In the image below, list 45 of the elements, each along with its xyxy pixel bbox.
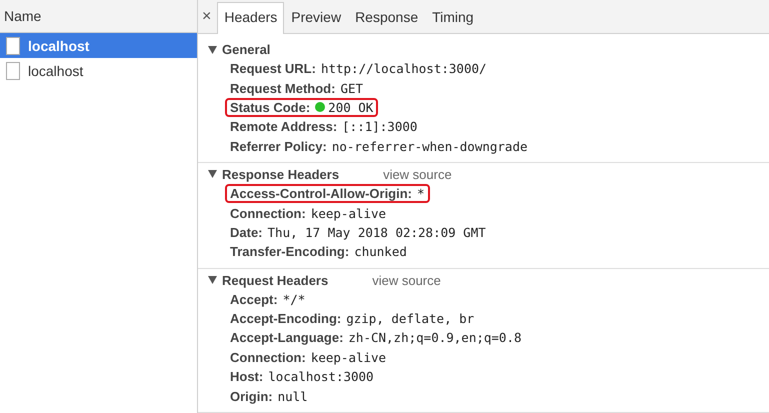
header-name: Request URL: bbox=[230, 61, 316, 76]
header-value: * bbox=[417, 186, 425, 202]
header-value: localhost:3000 bbox=[268, 369, 374, 384]
header-name: Accept: bbox=[230, 292, 278, 307]
view-source-link[interactable]: view source bbox=[372, 272, 441, 288]
close-button[interactable]: × bbox=[202, 9, 218, 33]
header-name: Origin: bbox=[230, 388, 273, 404]
header-value: */* bbox=[282, 292, 306, 307]
header-name: Transfer-Encoding: bbox=[230, 244, 350, 260]
header-name: Referrer Policy: bbox=[230, 138, 327, 154]
request-row[interactable]: localhost bbox=[0, 58, 197, 83]
document-icon bbox=[6, 36, 20, 54]
header-name: Host: bbox=[230, 369, 264, 384]
header-value: keep-alive bbox=[310, 350, 386, 365]
section-title[interactable]: Response Headers bbox=[222, 166, 340, 182]
tab[interactable]: Timing bbox=[425, 2, 481, 33]
tab[interactable]: Headers bbox=[217, 2, 284, 34]
header-name: Connection: bbox=[230, 206, 306, 221]
header-value: null bbox=[278, 388, 308, 404]
section-title[interactable]: General bbox=[222, 42, 270, 57]
header-value: no-referrer-when-downgrade bbox=[332, 138, 528, 154]
header-value: http://localhost:3000/ bbox=[320, 61, 487, 76]
document-icon bbox=[6, 62, 20, 80]
view-source-link[interactable]: view source bbox=[383, 166, 452, 182]
header-value: GET bbox=[340, 80, 364, 96]
header-value: gzip, deflate, br bbox=[346, 311, 474, 326]
header-name: Request Method: bbox=[230, 80, 336, 96]
column-header[interactable]: Name bbox=[4, 8, 42, 24]
header-name: Remote Address: bbox=[230, 119, 338, 134]
request-row[interactable]: localhost bbox=[0, 33, 197, 58]
header-value: keep-alive bbox=[310, 206, 386, 221]
header-value: 200 OK bbox=[328, 100, 374, 115]
header-name: Accept-Language: bbox=[230, 330, 344, 346]
header-name: Connection: bbox=[230, 350, 306, 365]
section-title[interactable]: Request Headers bbox=[222, 272, 328, 288]
header-value: chunked bbox=[354, 244, 407, 260]
header-name: Accept-Encoding: bbox=[230, 311, 342, 326]
header-name: Access-Control-Allow-Origin: bbox=[230, 186, 412, 202]
header-name: Date: bbox=[230, 224, 263, 240]
tab[interactable]: Response bbox=[348, 2, 426, 33]
header-name: Status Code: bbox=[230, 100, 310, 115]
tab[interactable]: Preview bbox=[284, 2, 348, 33]
header-value: [::1]:3000 bbox=[342, 119, 418, 134]
header-value: Thu, 17 May 2018 02:28:09 GMT bbox=[268, 224, 486, 240]
header-value: zh-CN,zh;q=0.9,en;q=0.8 bbox=[348, 330, 522, 346]
